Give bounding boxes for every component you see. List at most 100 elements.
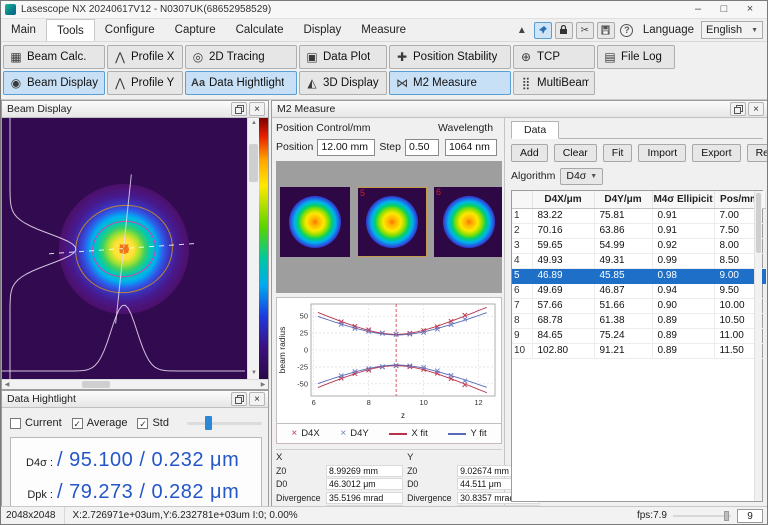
table-scrollbar[interactable] xyxy=(754,191,762,501)
toolbar-button-data-hightlight[interactable]: AaData Hightlight xyxy=(185,71,297,95)
toolbar-button-2d-tracing[interactable]: ◎2D Tracing xyxy=(185,45,297,69)
status-bar: 2048x2048 X:2.726971e+03um,Y:6.232781e+0… xyxy=(1,506,767,524)
data-cell: 0.89 xyxy=(652,328,714,343)
close-button[interactable]: × xyxy=(737,2,763,18)
toolbar-button-tcp[interactable]: ⊕TCP xyxy=(513,45,595,69)
menu-item-configure[interactable]: Configure xyxy=(95,19,165,41)
close-icon[interactable]: × xyxy=(748,102,764,116)
scroll-right-icon[interactable]: ▶ xyxy=(258,380,268,390)
minimize-button[interactable]: – xyxy=(685,2,711,18)
legend-item-x-fit: X fit xyxy=(389,428,427,439)
toolbar-button-beam-display[interactable]: ◉Beam Display xyxy=(3,71,105,95)
toolbar-button-3d-display[interactable]: ◭3D Display xyxy=(299,71,387,95)
m2-measure-icon: ⋈ xyxy=(395,77,409,89)
slider-track xyxy=(187,422,262,425)
toolbar-button-file-log[interactable]: ▤File Log xyxy=(597,45,675,69)
wavelength-input[interactable] xyxy=(445,139,497,156)
toolbar-button-multibeam[interactable]: ⣿MultiBeam xyxy=(513,71,595,95)
checkbox-current[interactable]: Current xyxy=(10,417,62,429)
collapse-icon[interactable]: ▲ xyxy=(513,22,531,39)
position-input[interactable] xyxy=(317,139,375,156)
close-icon[interactable]: × xyxy=(249,392,265,406)
table-row-1[interactable]: 183.2275.810.917.00 xyxy=(512,208,765,223)
data-cell: 49.31 xyxy=(594,253,652,268)
scissors-icon[interactable]: ✂ xyxy=(576,22,594,39)
fps-slider[interactable] xyxy=(673,510,731,522)
beam-thumbnail-2[interactable]: 5 xyxy=(357,187,427,257)
close-icon[interactable]: × xyxy=(249,102,265,116)
import-button[interactable]: Import xyxy=(638,144,686,162)
svg-text:10: 10 xyxy=(419,398,427,407)
checkbox-std[interactable]: ✓Std xyxy=(137,417,169,429)
toolbar-button-label: TCP xyxy=(537,51,560,63)
opacity-slider[interactable] xyxy=(187,416,262,430)
fps-value-box[interactable]: 9 xyxy=(737,509,763,523)
slider-handle[interactable] xyxy=(205,416,212,430)
report-button[interactable]: Report xyxy=(747,144,768,162)
beam-thumbnail-3[interactable]: 6 xyxy=(434,187,502,257)
toolbar-button-data-plot[interactable]: ▣Data Plot xyxy=(299,45,387,69)
thumbnail-index: 5 xyxy=(360,188,365,198)
data-cell: 46.89 xyxy=(532,268,594,283)
table-row-7[interactable]: 757.6651.660.9010.00 xyxy=(512,298,765,313)
table-row-6[interactable]: 649.6946.870.949.50 xyxy=(512,283,765,298)
clear-button[interactable]: Clear xyxy=(554,144,597,162)
horizontal-scrollbar-thumb[interactable] xyxy=(82,381,110,388)
menu-item-display[interactable]: Display xyxy=(294,19,352,41)
table-row-8[interactable]: 868.7861.380.8910.50 xyxy=(512,313,765,328)
save-report-icon[interactable] xyxy=(597,22,615,39)
menu-item-main[interactable]: Main xyxy=(1,19,46,41)
file-log-icon: ▤ xyxy=(603,51,617,63)
scroll-left-icon[interactable]: ◀ xyxy=(2,380,12,390)
beam-image[interactable] xyxy=(2,118,247,379)
caustic-chart-card: -50-2502550681012zbeam radius xyxy=(276,297,502,424)
algorithm-select[interactable]: D4σ ▼ xyxy=(560,168,603,185)
highlight-metric-label: D4σ : xyxy=(13,457,53,469)
data-cell: 0.94 xyxy=(652,283,714,298)
highlight-metric-label: Dpk : xyxy=(13,489,53,501)
data-cell: 59.65 xyxy=(532,238,594,253)
vertical-scrollbar[interactable]: ▲ ▼ xyxy=(247,118,259,379)
tab-data[interactable]: Data xyxy=(511,121,559,139)
table-row-10[interactable]: 10102.8091.210.8911.50 xyxy=(512,343,765,358)
lock-icon[interactable] xyxy=(555,22,573,39)
toolbar-button-profile-y[interactable]: ⋀Profile Y xyxy=(107,71,183,95)
horizontal-scrollbar[interactable]: ◀ ▶ xyxy=(2,379,268,389)
pin-icon[interactable] xyxy=(534,22,552,39)
toolbar-button-beam-calc[interactable]: ▦Beam Calc. xyxy=(3,45,105,69)
beam-thumbnail-1[interactable] xyxy=(280,187,350,257)
help-icon[interactable]: ? xyxy=(618,22,636,39)
menu-item-capture[interactable]: Capture xyxy=(165,19,226,41)
checkbox-average[interactable]: ✓Average xyxy=(72,417,128,429)
fps-slider-handle[interactable] xyxy=(724,511,729,521)
highlight-row: D4σ :/ 95.100 / 0.232 μm xyxy=(13,449,257,472)
data-cell: 45.85 xyxy=(594,268,652,283)
table-row-9[interactable]: 984.6575.240.8911.00 xyxy=(512,328,765,343)
menu-item-calculate[interactable]: Calculate xyxy=(226,19,294,41)
fit-button[interactable]: Fit xyxy=(603,144,633,162)
vertical-scrollbar-thumb[interactable] xyxy=(249,144,258,182)
table-row-5[interactable]: 546.8945.850.989.00 xyxy=(512,268,765,283)
toolbar-button-m2-measure[interactable]: ⋈M2 Measure xyxy=(389,71,511,95)
step-input[interactable] xyxy=(405,139,439,156)
language-select[interactable]: English ▼ xyxy=(701,21,763,39)
multibeam-icon: ⣿ xyxy=(519,77,533,89)
export-button[interactable]: Export xyxy=(692,144,740,162)
toolbar-row-2: ◉Beam Display⋀Profile YAaData Hightlight… xyxy=(3,71,765,95)
table-row-4[interactable]: 449.9349.310.998.50 xyxy=(512,253,765,268)
menu-item-measure[interactable]: Measure xyxy=(351,19,416,41)
table-row-2[interactable]: 270.1663.860.917.50 xyxy=(512,223,765,238)
measurement-table: D4X/μmD4Y/μmM4σ EllipicitPos/mm183.2275.… xyxy=(512,191,766,359)
row-index-cell: 9 xyxy=(512,328,532,343)
restore-icon[interactable] xyxy=(231,392,247,406)
table-scrollbar-thumb[interactable] xyxy=(756,193,761,253)
toolbar-button-profile-x[interactable]: ⋀Profile X xyxy=(107,45,183,69)
restore-icon[interactable] xyxy=(730,102,746,116)
restore-icon[interactable] xyxy=(231,102,247,116)
menu-item-tools[interactable]: Tools xyxy=(46,19,95,41)
maximize-button[interactable]: □ xyxy=(711,2,737,18)
add-button[interactable]: Add xyxy=(511,144,548,162)
app-logo-icon xyxy=(5,4,16,15)
table-row-3[interactable]: 359.6554.990.928.00 xyxy=(512,238,765,253)
toolbar-button-position-stability[interactable]: ✚Position Stability xyxy=(389,45,511,69)
